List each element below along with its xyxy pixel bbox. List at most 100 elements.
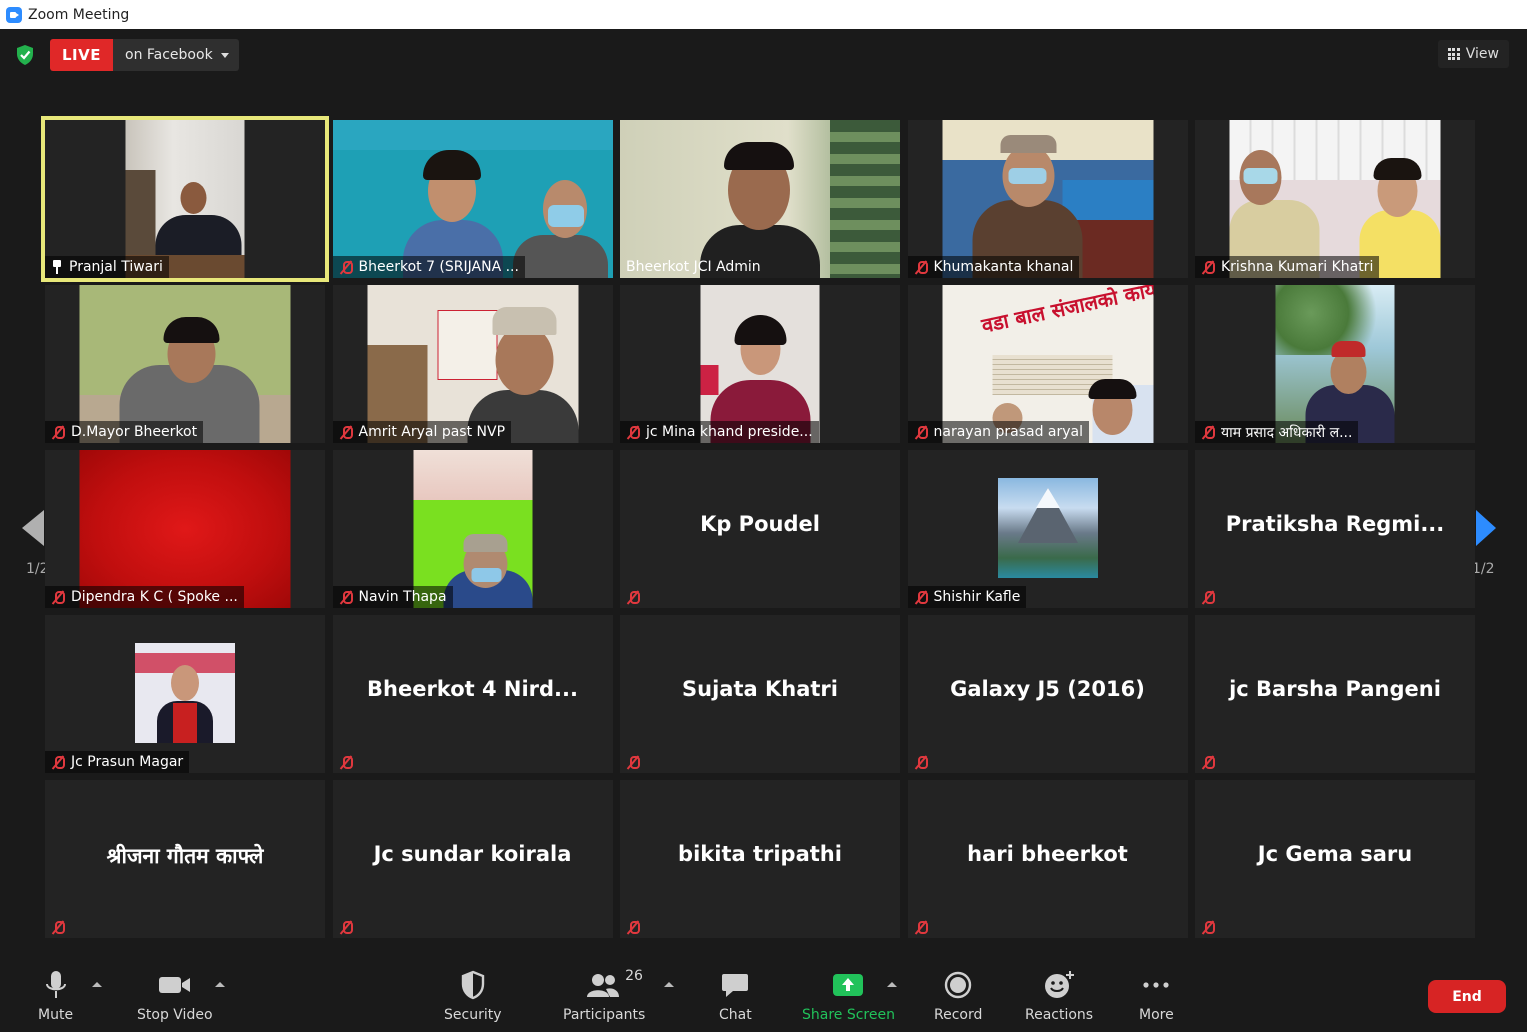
participant-tile[interactable]: bikita tripathi: [620, 780, 900, 938]
participant-name-label: [1195, 751, 1221, 773]
participant-tile[interactable]: Kp Poudel: [620, 450, 900, 608]
participant-tile[interactable]: Jc sundar koirala: [332, 780, 613, 938]
participant-tile[interactable]: Pranjal Tiwari: [41, 116, 329, 282]
participant-tile[interactable]: Krishna Kumari Khatri: [1195, 120, 1475, 278]
participant-name-label: [908, 751, 934, 773]
participant-tile[interactable]: D.Mayor Bheerkot: [45, 285, 325, 443]
participants-options-chevron-icon[interactable]: [664, 982, 674, 987]
title-bar: Zoom Meeting: [0, 0, 1527, 29]
mute-label: Mute: [38, 1007, 74, 1023]
participant-tile[interactable]: Shishir Kafle: [907, 450, 1188, 608]
participant-tile[interactable]: Amrit Aryal past NVP: [332, 285, 613, 443]
muted-microphone-icon: [1201, 425, 1215, 439]
participant-tile[interactable]: याम प्रसाद अधिकारी ल...: [1195, 285, 1475, 443]
security-button[interactable]: Security: [444, 968, 502, 1023]
audio-options-chevron-icon[interactable]: [92, 982, 102, 987]
participant-name-label: Amrit Aryal past NVP: [332, 421, 512, 443]
live-target-dropdown[interactable]: on Facebook: [113, 39, 239, 71]
participants-icon: [587, 974, 620, 997]
mute-button[interactable]: Mute: [38, 968, 73, 1023]
participant-name-label: Dipendra K C ( Spoke ...: [45, 586, 244, 608]
chevron-down-icon: [220, 52, 229, 58]
participant-tile[interactable]: Sujata Khatri: [620, 615, 900, 773]
record-label: Record: [934, 1007, 983, 1023]
participant-name-label: Shishir Kafle: [907, 586, 1027, 608]
participant-display-name: hari bheerkot: [967, 842, 1128, 866]
record-button[interactable]: Record: [934, 968, 982, 1023]
participant-tile[interactable]: Bheerkot JCI Admin: [620, 120, 900, 278]
participant-tile[interactable]: Bheerkot 4 Nird...: [332, 615, 613, 773]
muted-microphone-icon: [626, 425, 640, 439]
pin-icon: [51, 260, 63, 274]
live-stream-indicator[interactable]: LIVE on Facebook: [50, 39, 239, 71]
muted-microphone-icon: [51, 590, 65, 604]
poster-text: वडा बाल संजालको कार्यालय: [978, 285, 1153, 338]
participant-name-label: Navin Thapa: [332, 586, 453, 608]
participant-tile[interactable]: Pratiksha Regmi...: [1195, 450, 1475, 608]
participant-video: वडा बाल संजालको कार्यालय: [942, 285, 1153, 443]
participant-tile[interactable]: jc Barsha Pangeni: [1195, 615, 1475, 773]
next-page-arrow-icon[interactable]: [1476, 510, 1496, 546]
participant-name: Dipendra K C ( Spoke ...: [71, 589, 238, 605]
participant-name: Jc Prasun Magar: [71, 754, 184, 770]
video-options-chevron-icon[interactable]: [215, 982, 225, 987]
participant-tile[interactable]: Jc Gema saru: [1195, 780, 1475, 938]
participant-name: jc Mina khand preside...: [646, 424, 813, 440]
previous-page-arrow-icon[interactable]: [22, 510, 44, 546]
participant-tile[interactable]: hari bheerkot: [907, 780, 1188, 938]
live-badge: LIVE: [50, 39, 113, 71]
participant-tile[interactable]: Navin Thapa: [332, 450, 613, 608]
security-shield-icon: [461, 970, 484, 1000]
reactions-button[interactable]: Reactions: [1025, 968, 1093, 1023]
participant-tile[interactable]: वडा बाल संजालको कार्यालय narayan prasad …: [907, 285, 1188, 443]
participant-name-label: D.Mayor Bheerkot: [45, 421, 204, 443]
participant-video: [700, 285, 820, 443]
participant-tile[interactable]: Dipendra K C ( Spoke ...: [45, 450, 325, 608]
muted-microphone-icon: [1201, 590, 1215, 604]
muted-microphone-icon: [914, 590, 928, 604]
participant-name-label: [1195, 916, 1221, 938]
participant-tile[interactable]: jc Mina khand preside...: [620, 285, 900, 443]
participant-name-label: याम प्रसाद अधिकारी ल...: [1195, 421, 1359, 443]
participant-display-name: bikita tripathi: [678, 842, 842, 866]
encryption-shield-icon[interactable]: [15, 44, 35, 66]
muted-microphone-icon: [1201, 260, 1215, 274]
muted-microphone-icon: [626, 755, 640, 769]
participant-tile[interactable]: Jc Prasun Magar: [45, 615, 325, 773]
participant-name-label: [908, 916, 934, 938]
share-options-chevron-icon[interactable]: [887, 982, 897, 987]
muted-microphone-icon: [914, 755, 928, 769]
participant-name: narayan prasad aryal: [933, 424, 1084, 440]
participant-video: [620, 120, 900, 278]
share-screen-button[interactable]: Share Screen: [802, 968, 895, 1023]
meeting-controls-toolbar: Mute Stop Video Security 26 Participants…: [0, 960, 1527, 1032]
meeting-top-bar: LIVE on Facebook View: [0, 29, 1527, 85]
participant-name-label: jc Mina khand preside...: [620, 421, 819, 443]
participants-label: Participants: [563, 1007, 646, 1023]
participant-name-label: [333, 751, 359, 773]
participant-tile[interactable]: Galaxy J5 (2016): [907, 615, 1188, 773]
more-button[interactable]: More: [1139, 968, 1174, 1023]
share-screen-arrow-icon: [833, 974, 864, 996]
muted-microphone-icon: [1201, 755, 1215, 769]
participant-name-label: Bheerkot JCI Admin: [620, 256, 767, 278]
end-meeting-button[interactable]: End: [1428, 980, 1506, 1013]
participant-name-label: [45, 916, 71, 938]
muted-microphone-icon: [51, 755, 65, 769]
stop-video-button[interactable]: Stop Video: [137, 968, 213, 1023]
participant-tile[interactable]: Bheerkot 7 (SRIJANA ...: [332, 120, 613, 278]
chat-button[interactable]: Chat: [719, 968, 752, 1023]
view-button[interactable]: View: [1437, 40, 1509, 68]
stop-video-label: Stop Video: [137, 1007, 213, 1023]
reactions-label: Reactions: [1025, 1007, 1094, 1023]
participant-display-name: Jc sundar koirala: [373, 842, 572, 866]
participants-button[interactable]: 26 Participants: [563, 968, 645, 1023]
video-camera-icon: [158, 977, 190, 993]
participant-name: Khumakanta khanal: [933, 259, 1074, 275]
participant-name-label: narayan prasad aryal: [907, 421, 1089, 443]
microphone-icon: [45, 971, 66, 998]
participant-name-label: [620, 751, 646, 773]
participant-tile[interactable]: श्रीजना गौतम काफ्ले: [45, 780, 325, 938]
participant-tile[interactable]: Khumakanta khanal: [907, 120, 1188, 278]
participant-video: [332, 120, 613, 278]
